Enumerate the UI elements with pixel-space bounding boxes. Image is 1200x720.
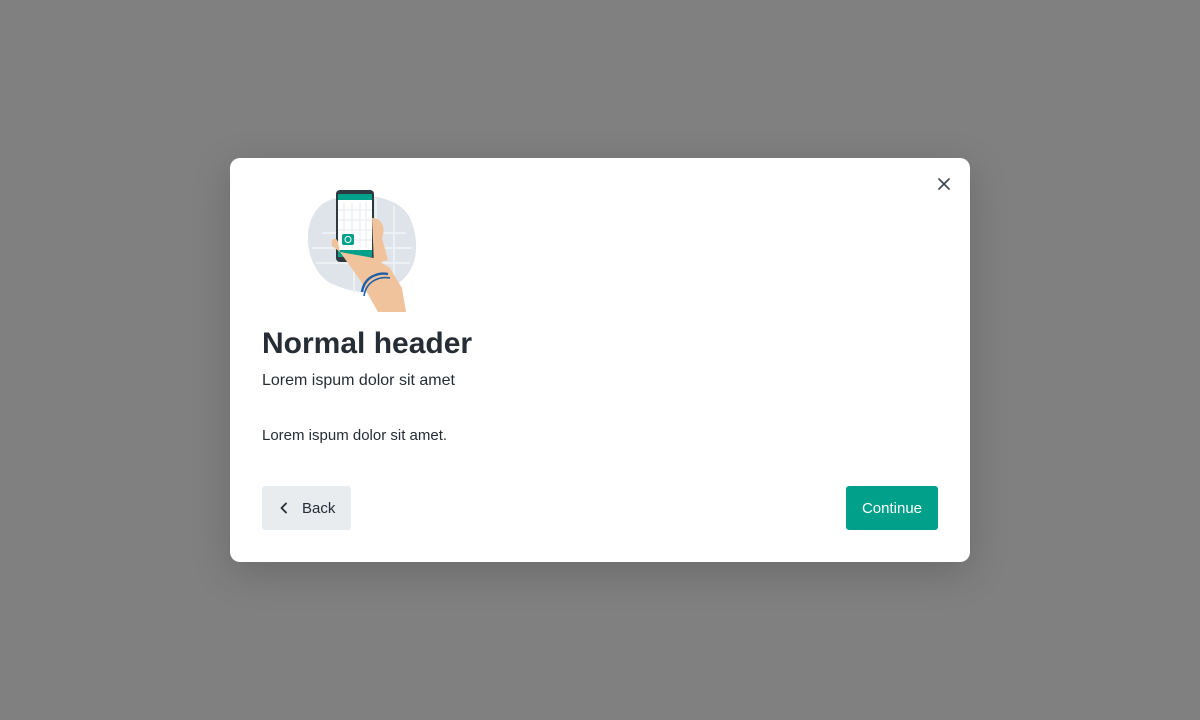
modal-title: Normal header — [262, 327, 473, 360]
modal-dialog: Normal header Lorem ispum dolor sit amet… — [230, 158, 970, 562]
back-button-label: Back — [302, 499, 336, 517]
continue-button[interactable]: Continue — [846, 486, 938, 530]
modal-subtitle: Lorem ispum dolor sit amet — [262, 372, 455, 389]
modal-body-text: Lorem ispum dolor sit amet. — [262, 427, 448, 444]
back-button[interactable]: Back — [262, 486, 351, 530]
close-icon — [938, 178, 950, 190]
hand-holding-phone-illustration — [302, 188, 420, 312]
chevron-left-icon — [278, 502, 290, 514]
close-button[interactable] — [936, 176, 952, 192]
